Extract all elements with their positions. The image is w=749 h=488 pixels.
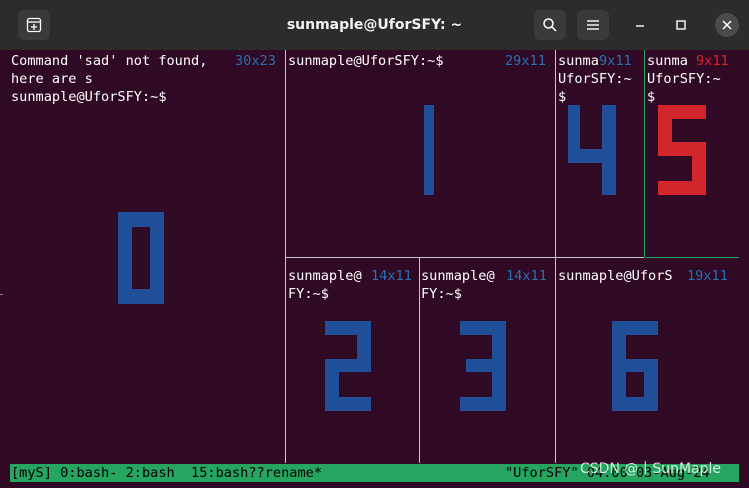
search-icon [543, 18, 557, 32]
terminal-line: $ [558, 89, 567, 105]
terminal-line: sunma [558, 53, 599, 69]
terminal-line: FY:~$ [288, 286, 329, 302]
tmux-pane-4[interactable]: sunma 9x11 UforSFY:~ $ [557, 50, 643, 257]
tmux-pane-6[interactable]: sunmaple@UforS 19x11 [557, 259, 739, 463]
terminal-line: $ [647, 89, 656, 105]
terminal-line: sunma [647, 53, 688, 69]
pane-divider[interactable] [419, 258, 420, 463]
menu-button[interactable] [577, 10, 609, 40]
tmux-pane-3[interactable]: sunmaple@ 14x11 FY:~$ [420, 259, 555, 463]
pane-size-label: 14x11 [371, 268, 412, 284]
minimize-icon [636, 25, 644, 27]
pane-size-label: 9x11 [599, 53, 632, 69]
hamburger-menu-icon [587, 20, 599, 30]
terminal-line: sunmaple@UforS [558, 268, 673, 284]
terminal-area[interactable]: Command 'sad' not found, 30x23 here are … [10, 50, 739, 484]
terminal-line: FY:~$ [421, 286, 462, 302]
tmux-pane-2[interactable]: sunmaple@ 14x11 FY:~$ [287, 259, 418, 463]
pane-divider[interactable] [286, 257, 555, 258]
terminal-line: Command 'sad' not found, [11, 53, 208, 69]
terminal-line: here are s [11, 71, 93, 87]
pane-number-4-display [568, 105, 616, 195]
terminal-line: sunmaple@ [288, 268, 362, 284]
terminal-line: sunmaple@ [421, 268, 495, 284]
pane-number-1-display [424, 105, 434, 195]
terminal-line: UforSFY:~ [558, 71, 632, 87]
terminal-window: sunmaple@UforSFY: ~ Command 'sad' not fo… [0, 0, 749, 488]
watermark-text: CSDN @丨SunMaple [580, 461, 722, 477]
tmux-pane-0[interactable]: Command 'sad' not found, 30x23 here are … [10, 50, 285, 463]
pane-size-label: 30x23 [235, 53, 276, 69]
close-button[interactable] [715, 13, 739, 37]
pane-number-2-display [325, 321, 371, 411]
terminal-line: UforSFY:~ [647, 71, 721, 87]
pane-size-label: 14x11 [506, 268, 547, 284]
tmux-window-list[interactable]: [myS] 0:bash- 2:bash 15:bash??rename* [11, 464, 322, 482]
search-button[interactable] [534, 10, 566, 40]
tmux-pane-1[interactable]: sunmaple@UforSFY:~$ 29x11 [287, 50, 555, 257]
pane-number-3-display [460, 321, 506, 411]
close-icon [722, 20, 732, 30]
edge-artifact [0, 294, 3, 295]
pane-size-label: 19x11 [687, 268, 728, 284]
pane-number-5-display [658, 105, 706, 195]
pane-number-0-display [118, 212, 164, 304]
active-pane-divider[interactable] [645, 257, 739, 258]
pane-divider[interactable] [556, 257, 644, 258]
new-tab-button[interactable] [18, 10, 50, 40]
pane-size-label: 29x11 [505, 53, 546, 69]
maximize-icon [676, 20, 686, 30]
tmux-pane-5-active[interactable]: sunma 9x11 UforSFY:~ $ [646, 50, 739, 257]
terminal-line: sunmaple@UforSFY:~$ [288, 53, 444, 69]
minimize-button[interactable] [630, 15, 650, 35]
active-pane-divider[interactable] [644, 50, 645, 257]
maximize-button[interactable] [671, 15, 691, 35]
terminal-line: sunmaple@UforSFY:~$ [11, 89, 167, 105]
pane-size-label: 9x11 [696, 53, 729, 69]
title-bar[interactable]: sunmaple@UforSFY: ~ [0, 0, 749, 50]
new-tab-icon [26, 17, 42, 33]
pane-number-6-display [612, 321, 658, 411]
